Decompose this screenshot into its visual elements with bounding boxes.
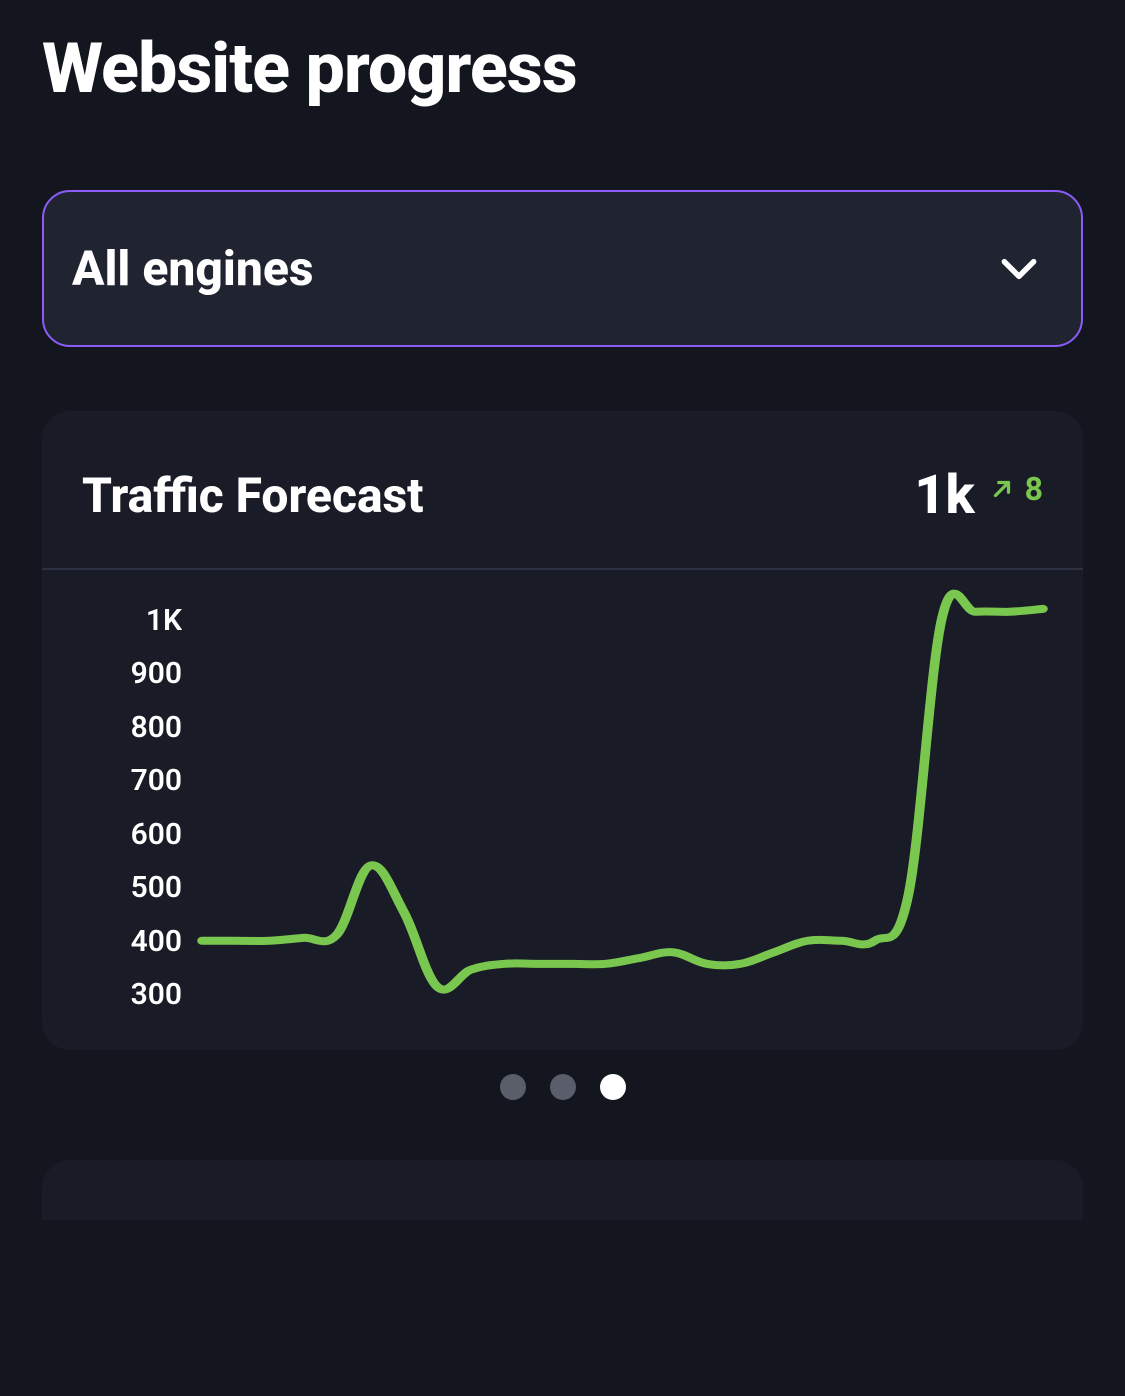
engine-dropdown-label: All engines xyxy=(72,240,314,297)
y-tick: 1K xyxy=(146,606,182,636)
pager-dot-1[interactable] xyxy=(550,1074,576,1100)
y-tick: 400 xyxy=(131,927,182,957)
arrow-up-right-icon xyxy=(989,476,1015,502)
pager-dot-2[interactable] xyxy=(600,1074,626,1100)
card-title: Traffic Forecast xyxy=(82,467,424,524)
pager-dot-0[interactable] xyxy=(500,1074,526,1100)
metric-value: 1k xyxy=(914,469,974,523)
carousel-pager xyxy=(42,1074,1083,1100)
y-tick: 800 xyxy=(131,713,182,743)
engine-dropdown[interactable]: All engines xyxy=(42,190,1083,347)
card-header: Traffic Forecast 1k 8 xyxy=(42,411,1083,570)
traffic-forecast-card: Traffic Forecast 1k 8 1K 900 800 700 600… xyxy=(42,411,1083,1050)
y-tick: 500 xyxy=(131,873,182,903)
chevron-down-icon xyxy=(997,247,1041,291)
page-title: Website progress xyxy=(42,28,1083,110)
chart-area: 1K 900 800 700 600 500 400 300 xyxy=(42,570,1083,1050)
trend-indicator: 8 xyxy=(989,469,1043,505)
y-tick: 900 xyxy=(131,659,182,689)
y-tick: 700 xyxy=(131,766,182,796)
metric: 1k 8 xyxy=(914,469,1043,523)
y-tick: 600 xyxy=(131,820,182,850)
trend-delta: 8 xyxy=(1025,473,1043,505)
next-card-peek xyxy=(42,1160,1083,1220)
y-axis: 1K 900 800 700 600 500 400 300 xyxy=(42,606,192,1010)
line-chart xyxy=(202,606,1043,1010)
y-tick: 300 xyxy=(131,980,182,1010)
